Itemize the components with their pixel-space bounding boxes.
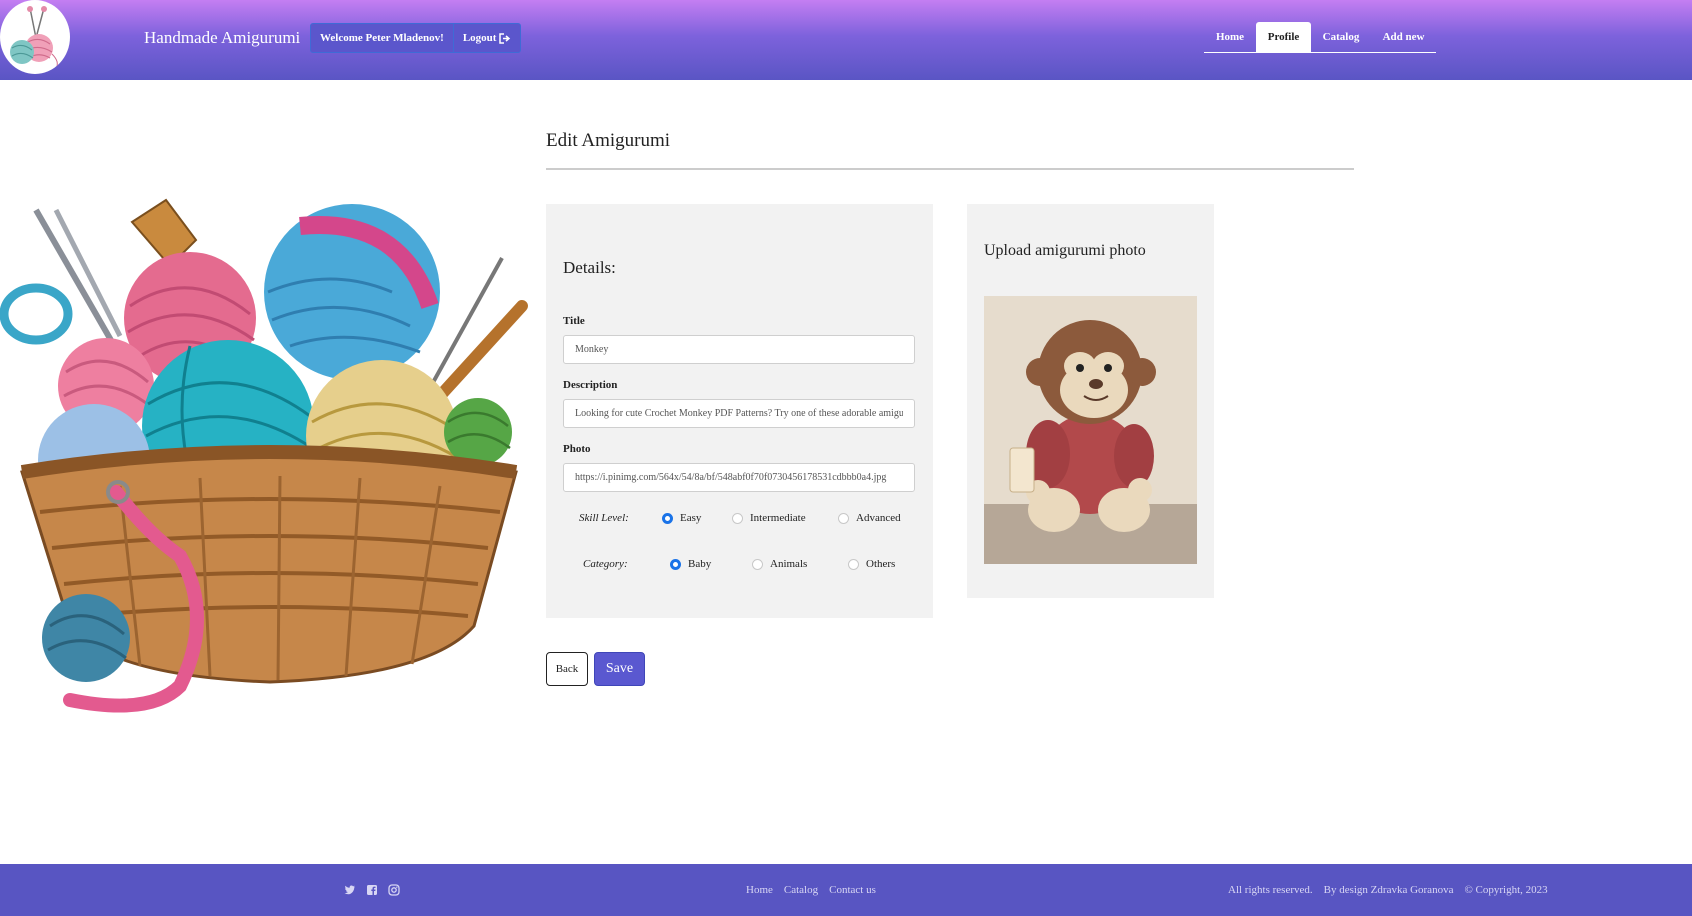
- page-title: Edit Amigurumi: [546, 130, 671, 151]
- details-card: Details: Title Description Photo Skill L…: [546, 204, 933, 618]
- yarn-basket-icon: [0, 198, 528, 713]
- upload-photo-card: Upload amigurumi photo: [967, 204, 1214, 598]
- main-nav: Home Profile Catalog Add new: [1204, 22, 1436, 53]
- brand-title[interactable]: Handmade Amigurumi: [144, 28, 300, 48]
- copyright-text: © Copyright, 2023: [1464, 884, 1548, 896]
- footer-credits: All rights reserved. By design Zdravka G…: [1228, 884, 1548, 896]
- skill-intermediate-radio[interactable]: Intermediate: [732, 512, 806, 524]
- welcome-button[interactable]: Welcome Peter Mladenov!: [311, 24, 453, 52]
- skill-advanced-label: Advanced: [856, 512, 901, 524]
- radio-unselected-icon: [752, 558, 763, 570]
- footer-link-contact[interactable]: Contact us: [829, 884, 876, 896]
- category-others-radio[interactable]: Others: [848, 558, 895, 570]
- category-animals-label: Animals: [770, 558, 808, 570]
- title-label: Title: [563, 315, 585, 327]
- yarn-logo[interactable]: [0, 0, 70, 74]
- rights-text: All rights reserved.: [1228, 884, 1313, 896]
- footer-nav: Home Catalog Contact us: [746, 884, 876, 896]
- twitter-icon[interactable]: [344, 884, 356, 896]
- skill-easy-label: Easy: [680, 512, 702, 524]
- radio-unselected-icon: [838, 512, 849, 524]
- description-input[interactable]: [563, 399, 915, 428]
- radio-unselected-icon: [848, 558, 859, 570]
- skill-level-group: Skill Level: Easy Intermediate Advanced: [546, 510, 933, 530]
- instagram-icon[interactable]: [388, 884, 400, 896]
- social-links: [344, 884, 400, 896]
- details-heading: Details:: [563, 258, 616, 277]
- category-others-label: Others: [866, 558, 896, 570]
- radio-selected-icon: [670, 558, 681, 570]
- radio-selected-icon: [662, 512, 673, 524]
- footer: Home Catalog Contact us All rights reser…: [0, 864, 1692, 916]
- nav-catalog[interactable]: Catalog: [1311, 22, 1371, 52]
- logout-label: Logout: [462, 32, 497, 44]
- top-navbar: Handmade Amigurumi Welcome Peter Mladeno…: [0, 0, 1692, 80]
- nav-add-new[interactable]: Add new: [1371, 22, 1436, 52]
- category-label: Category:: [583, 558, 628, 570]
- yarn-basket-illustration: [0, 196, 540, 716]
- upload-heading: Upload amigurumi photo: [984, 242, 1146, 259]
- description-label: Description: [563, 379, 618, 391]
- radio-unselected-icon: [732, 512, 743, 524]
- sign-out-icon: [499, 32, 511, 44]
- monkey-toy-image: [984, 296, 1197, 564]
- footer-link-home[interactable]: Home: [746, 884, 773, 896]
- back-button[interactable]: Back: [546, 652, 588, 686]
- title-divider: [546, 168, 1354, 170]
- save-button[interactable]: Save: [594, 652, 645, 686]
- skill-easy-radio[interactable]: Easy: [662, 512, 701, 524]
- photo-url-input[interactable]: [563, 463, 915, 492]
- user-button-group: Welcome Peter Mladenov! Logout: [310, 23, 522, 53]
- footer-link-catalog[interactable]: Catalog: [784, 884, 818, 896]
- category-group: Category: Baby Animals Others: [546, 556, 933, 576]
- amigurumi-photo: [984, 296, 1197, 564]
- photo-label: Photo: [563, 443, 591, 455]
- title-input[interactable]: [563, 335, 915, 364]
- logout-button[interactable]: Logout: [452, 24, 521, 52]
- facebook-icon[interactable]: [366, 884, 378, 896]
- nav-profile[interactable]: Profile: [1256, 22, 1311, 52]
- skill-advanced-radio[interactable]: Advanced: [838, 512, 901, 524]
- skill-intermediate-label: Intermediate: [750, 512, 806, 524]
- category-baby-radio[interactable]: Baby: [670, 558, 711, 570]
- category-animals-radio[interactable]: Animals: [752, 558, 807, 570]
- category-baby-label: Baby: [688, 558, 712, 570]
- skill-level-label: Skill Level:: [579, 512, 629, 524]
- design-credit: By design Zdravka Goranova: [1323, 884, 1454, 896]
- nav-home[interactable]: Home: [1204, 22, 1256, 52]
- yarn-logo-icon: [10, 6, 58, 69]
